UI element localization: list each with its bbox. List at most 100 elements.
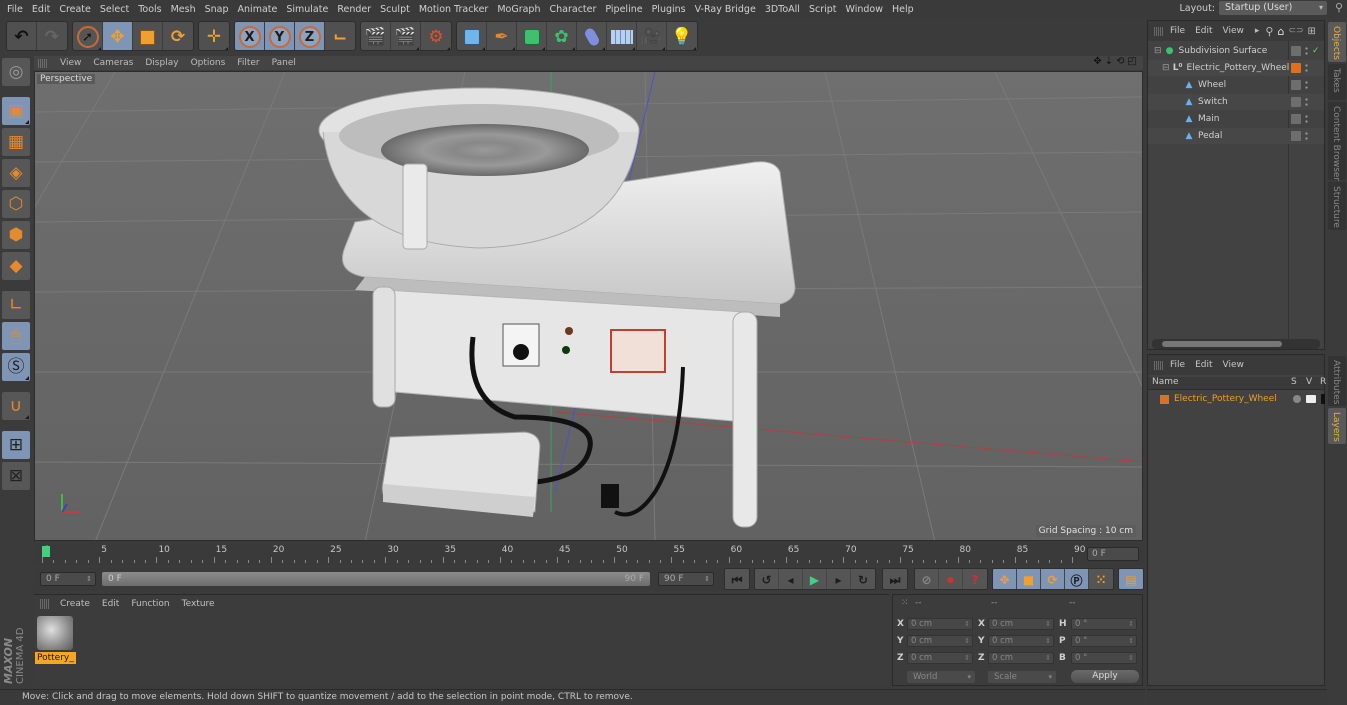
layer-menu-view[interactable]: View bbox=[1220, 360, 1251, 370]
home-icon[interactable]: ⌂ bbox=[1277, 25, 1284, 38]
tab-objects[interactable]: Objects bbox=[1328, 22, 1346, 62]
pan-icon[interactable]: ✥ bbox=[1093, 56, 1101, 67]
menu-vray-bridge[interactable]: V-Ray Bridge bbox=[692, 4, 762, 15]
menu-create[interactable]: Create bbox=[56, 4, 97, 15]
layer-menu-file[interactable]: File bbox=[1167, 360, 1192, 370]
play-icon[interactable]: ▶ bbox=[803, 569, 827, 589]
material-menu-create[interactable]: Create bbox=[54, 599, 96, 609]
tab-content-browser[interactable]: Content Browser bbox=[1328, 102, 1346, 181]
timeline-ruler[interactable]: 051015202530354045505560657075808590 bbox=[42, 543, 1085, 565]
key-pla-icon[interactable]: ⁙ bbox=[1089, 569, 1113, 589]
object-row[interactable]: ▲ Wheel bbox=[1148, 77, 1324, 93]
coordinate-space-dropdown[interactable]: World bbox=[907, 671, 975, 683]
material-menu-function[interactable]: Function bbox=[125, 599, 175, 609]
new-window-icon[interactable]: ⊞ bbox=[1308, 26, 1316, 37]
more-arrow-icon[interactable]: ▸ bbox=[1255, 26, 1260, 36]
start-frame-field[interactable]: 0 F ⇕ bbox=[40, 572, 96, 586]
snap-icon[interactable]: ∪ bbox=[2, 392, 30, 420]
solo-icon[interactable]: Ⓢ bbox=[2, 353, 30, 381]
camera-icon[interactable]: 🎥 bbox=[637, 22, 667, 50]
viewport-menu-cameras[interactable]: Cameras bbox=[87, 58, 139, 68]
search-icon[interactable]: ⚲ bbox=[1335, 1, 1343, 14]
menu-edit[interactable]: Edit bbox=[29, 4, 56, 15]
menu-pipeline[interactable]: Pipeline bbox=[602, 4, 648, 15]
points-mode-icon[interactable]: ⬡ bbox=[2, 190, 30, 218]
object-menu-file[interactable]: File bbox=[1167, 26, 1192, 36]
render-tag-icon[interactable] bbox=[1291, 97, 1301, 107]
rot-p-field[interactable]: 0 ° bbox=[1071, 635, 1137, 647]
visibility-dots[interactable] bbox=[1305, 131, 1308, 141]
current-frame-field[interactable]: 0 F bbox=[1087, 547, 1139, 561]
tab-structure[interactable]: Structure bbox=[1328, 182, 1346, 230]
menu-snap[interactable]: Snap bbox=[202, 4, 235, 15]
link-icon[interactable]: ⊂⊃ bbox=[1288, 26, 1303, 36]
layer-color-tag[interactable] bbox=[1291, 63, 1301, 73]
orbit-icon[interactable]: ⟲ bbox=[1116, 56, 1124, 67]
render-tag-icon[interactable] bbox=[1291, 114, 1301, 124]
object-menu-edit[interactable]: Edit bbox=[1192, 26, 1219, 36]
visibility-dots[interactable] bbox=[1305, 97, 1308, 107]
lock-y-icon[interactable]: Y bbox=[265, 22, 295, 50]
recent-tool-icon[interactable]: ✛ bbox=[199, 22, 229, 50]
next-key-icon[interactable]: ↻ bbox=[851, 569, 875, 589]
layout-dropdown[interactable]: Startup (User) bbox=[1219, 1, 1327, 15]
viewport-menu-options[interactable]: Options bbox=[185, 58, 232, 68]
column-visible[interactable]: V bbox=[1306, 377, 1312, 387]
key-param-icon[interactable]: Ⓟ bbox=[1065, 569, 1089, 589]
maximize-icon[interactable]: ◰ bbox=[1128, 56, 1137, 67]
menu-animate[interactable]: Animate bbox=[235, 4, 284, 15]
layer-row[interactable]: Electric_Pottery_Wheel bbox=[1148, 391, 1325, 407]
rot-h-field[interactable]: 0 ° bbox=[1071, 618, 1137, 630]
menu-mograph[interactable]: MoGraph bbox=[494, 4, 546, 15]
size-mode-dropdown[interactable]: Scale bbox=[988, 671, 1056, 683]
menu-select[interactable]: Select bbox=[97, 4, 135, 15]
material-menu-texture[interactable]: Texture bbox=[176, 599, 221, 609]
material-name[interactable]: Pottery_ bbox=[35, 652, 76, 664]
menu-window[interactable]: Window bbox=[843, 4, 889, 15]
texture-mode-icon[interactable]: ▦ bbox=[2, 128, 30, 156]
menu-render[interactable]: Render bbox=[334, 4, 377, 15]
undo-icon[interactable]: ↶ bbox=[7, 22, 37, 50]
move-icon[interactable]: ✥ bbox=[103, 22, 133, 50]
enabled-check-icon[interactable]: ✓ bbox=[1312, 46, 1320, 56]
collapse-icon[interactable]: ⊟ bbox=[1154, 46, 1162, 56]
floor-icon[interactable] bbox=[607, 22, 637, 50]
preview-range-slider[interactable]: 0 F 90 F bbox=[102, 572, 650, 586]
dolly-icon[interactable]: ⇣ bbox=[1105, 56, 1113, 67]
solo-toggle[interactable] bbox=[1293, 395, 1301, 403]
menu-character[interactable]: Character bbox=[546, 4, 602, 15]
timeline[interactable]: 051015202530354045505560657075808590 0 F bbox=[34, 543, 1143, 565]
redo-icon[interactable]: ↷ bbox=[37, 22, 67, 50]
cube-icon[interactable] bbox=[457, 22, 487, 50]
menu-plugins[interactable]: Plugins bbox=[649, 4, 692, 15]
menu-file[interactable]: File bbox=[4, 4, 29, 15]
menu-help[interactable]: Help bbox=[889, 4, 920, 15]
search-icon[interactable]: ⚲ bbox=[1265, 25, 1273, 38]
autokey-icon[interactable]: ⊘ bbox=[915, 569, 939, 589]
key-scale-icon[interactable]: ■ bbox=[1017, 569, 1041, 589]
3d-viewport[interactable]: Perspective Grid Spacing : 10 cm bbox=[34, 71, 1143, 541]
go-to-start-icon[interactable]: ⏮ bbox=[725, 569, 749, 589]
menu-mesh[interactable]: Mesh bbox=[168, 4, 202, 15]
pos-x-field[interactable]: 0 cm bbox=[907, 618, 973, 630]
visibility-dots[interactable] bbox=[1305, 114, 1308, 124]
column-solo[interactable]: S bbox=[1291, 377, 1297, 387]
object-row[interactable]: ▲ Pedal bbox=[1148, 128, 1324, 144]
pos-y-field[interactable]: 0 cm bbox=[907, 635, 973, 647]
material-thumbnail[interactable] bbox=[37, 616, 73, 650]
previous-key-icon[interactable]: ↺ bbox=[755, 569, 779, 589]
menu-motion-tracker[interactable]: Motion Tracker bbox=[416, 4, 495, 15]
menu-tools[interactable]: Tools bbox=[135, 4, 167, 15]
workplane-lock-icon[interactable]: ⊞ bbox=[2, 431, 30, 459]
render-view-icon[interactable]: 🎬 bbox=[361, 22, 391, 50]
render-tag-icon[interactable] bbox=[1291, 80, 1301, 90]
menu-sculpt[interactable]: Sculpt bbox=[377, 4, 416, 15]
size-z-field[interactable]: 0 cm bbox=[988, 652, 1054, 664]
scrollbar-thumb[interactable] bbox=[1162, 341, 1282, 347]
viewport-menu-display[interactable]: Display bbox=[139, 58, 184, 68]
planar-workplane-icon[interactable]: ⊠ bbox=[2, 462, 30, 490]
tab-takes[interactable]: Takes bbox=[1328, 64, 1346, 100]
keyframe-help-icon[interactable]: ? bbox=[963, 569, 987, 589]
horizontal-scrollbar[interactable] bbox=[1152, 339, 1320, 349]
material-menu-edit[interactable]: Edit bbox=[96, 599, 125, 609]
